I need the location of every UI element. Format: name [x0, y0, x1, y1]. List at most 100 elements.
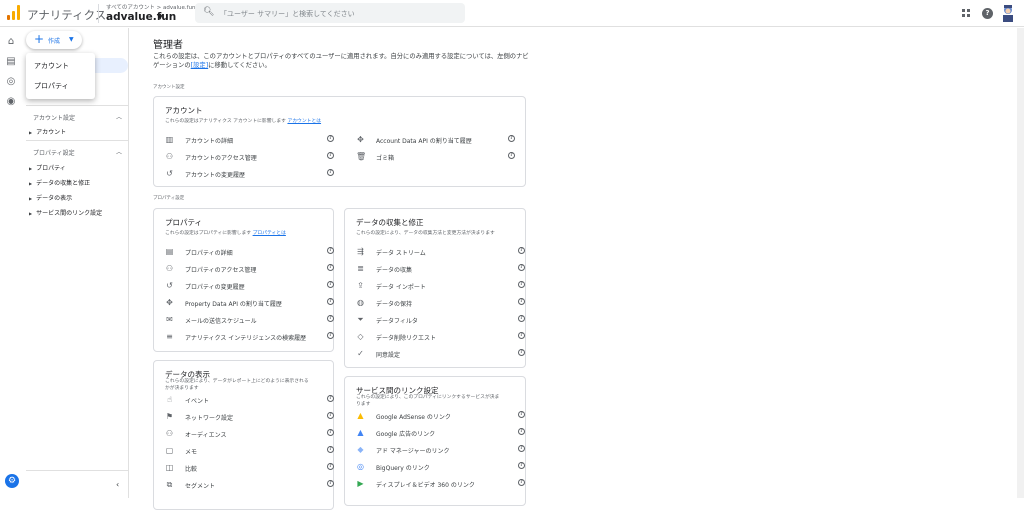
help-icon[interactable]: ? — [327, 480, 334, 487]
settings-link[interactable]: [設定] — [191, 62, 209, 69]
settings-row[interactable]: ✉ メールの送信スケジュール? — [165, 314, 337, 326]
reports-icon[interactable]: ▤ — [5, 56, 17, 68]
settings-row[interactable]: ✥ Property Data API の割り当て履歴? — [165, 297, 337, 309]
settings-row[interactable]: ◫ 比較? — [165, 462, 337, 474]
help-icon[interactable]: ? — [327, 298, 334, 305]
settings-row[interactable]: ▤ プロパティの詳細? — [165, 246, 337, 258]
create-menu-item-property[interactable]: プロパティ — [34, 81, 69, 91]
help-icon[interactable]: ? — [327, 247, 334, 254]
sidebar-item-data-display[interactable]: ▶ データの表示 — [29, 193, 72, 202]
settings-row[interactable]: ✥ Account Data API の割り当て履歴? — [356, 134, 518, 146]
settings-row[interactable]: ▥ アカウントの詳細? — [165, 134, 337, 146]
apps-grid-icon[interactable] — [962, 9, 970, 17]
upload-icon: ⇪ — [357, 281, 364, 290]
help-icon[interactable]: ? — [508, 152, 515, 159]
help-icon[interactable]: ? — [982, 8, 993, 19]
settings-row[interactable]: ▶ ディスプレイ＆ビデオ 360 のリンク? — [356, 478, 528, 490]
help-icon[interactable]: ? — [518, 479, 525, 486]
sidebar-item-data-collection[interactable]: ▶ データの収集と修正 — [29, 178, 90, 187]
settings-row[interactable]: ↺ プロパティの変更履歴? — [165, 280, 337, 292]
account-settings-subhead: アカウント設定 — [153, 85, 185, 90]
card-description-line: かが決まります — [165, 386, 199, 391]
search-input[interactable]: 🔍︎ 「ユーザー サマリー」と検索してください — [195, 3, 465, 23]
sidebar-item-account[interactable]: ▶ アカウント — [29, 127, 66, 136]
sidebar-section-property[interactable]: プロパティ設定 — [33, 148, 75, 157]
chevron-up-icon[interactable]: ︿ — [116, 112, 122, 121]
create-menu-item-account[interactable]: アカウント — [34, 61, 69, 71]
analytics-logo-icon[interactable] — [7, 5, 21, 20]
admin-gear-icon[interactable]: ⚙ — [5, 474, 19, 488]
database-icon: ≣ — [357, 264, 364, 273]
help-icon[interactable]: ? — [518, 445, 525, 452]
page-description-text: に移動してください。 — [208, 62, 271, 69]
settings-row[interactable]: ⏷ データフィルタ? — [356, 314, 528, 326]
sidebar-item-product-links[interactable]: ▶ サービス間のリンク設定 — [29, 208, 102, 217]
help-icon[interactable]: ? — [327, 315, 334, 322]
settings-row[interactable]: ▢ メモ? — [165, 445, 337, 457]
settings-row[interactable]: ↺ アカウントの変更履歴? — [165, 168, 337, 180]
sidebar-item-property[interactable]: ▶ プロパティ — [29, 163, 66, 172]
settings-row[interactable]: ⚇ プロパティのアクセス管理? — [165, 263, 337, 275]
chevron-up-icon[interactable]: ︿ — [116, 147, 122, 156]
what-is-property-link[interactable]: プロパティとは — [253, 231, 286, 236]
api-icon: ✥ — [166, 298, 173, 307]
help-icon[interactable]: ? — [518, 247, 525, 254]
create-button[interactable]: + 作成 ▼ — [26, 31, 82, 49]
help-icon[interactable]: ? — [518, 264, 525, 271]
what-is-account-link[interactable]: アカウントとは — [287, 119, 321, 124]
help-icon[interactable]: ? — [518, 428, 525, 435]
home-icon[interactable]: ⌂ — [5, 36, 17, 48]
settings-row[interactable]: ▲ Google AdSense のリンク? — [356, 410, 528, 422]
settings-row[interactable]: ◎ BigQuery のリンク? — [356, 461, 528, 473]
settings-row[interactable]: ◇ データ削除リクエスト? — [356, 331, 528, 343]
settings-row[interactable]: ⚇ アカウントのアクセス管理? — [165, 151, 337, 163]
property-card: プロパティ これらの設定はプロパティに影響します プロパティとは ▤ プロパティの… — [153, 208, 334, 352]
help-icon[interactable]: ? — [327, 395, 334, 402]
collapse-nav-icon[interactable]: ‹ — [116, 480, 119, 489]
settings-row[interactable]: ▲ Google 広告のリンク? — [356, 427, 528, 439]
account-selector[interactable]: advalue.fun — [106, 11, 176, 23]
help-icon[interactable]: ? — [518, 315, 525, 322]
help-icon[interactable]: ? — [327, 332, 334, 339]
help-icon[interactable]: ? — [327, 169, 334, 176]
settings-row[interactable]: ⇪ データ インポート? — [356, 280, 528, 292]
help-icon[interactable]: ? — [508, 135, 515, 142]
plus-icon: + — [34, 32, 45, 46]
help-icon[interactable]: ? — [518, 349, 525, 356]
help-icon[interactable]: ? — [327, 463, 334, 470]
google-ads-icon: ▲ — [357, 428, 364, 437]
settings-row[interactable]: ≡ アナリティクス インテリジェンスの検索履歴? — [165, 331, 337, 343]
settings-row[interactable]: ☝ イベント? — [165, 394, 337, 406]
settings-row-label: プロパティの変更履歴 — [185, 284, 245, 291]
help-icon[interactable]: ? — [518, 411, 525, 418]
help-icon[interactable]: ? — [518, 332, 525, 339]
advertising-icon[interactable]: ◉ — [5, 96, 17, 108]
settings-row[interactable]: ⚇ オーディエンス? — [165, 428, 337, 440]
note-icon: ▢ — [165, 446, 174, 455]
help-icon[interactable]: ? — [518, 281, 525, 288]
help-icon[interactable]: ? — [518, 462, 525, 469]
settings-row[interactable]: ⚑ ネットワーク設定? — [165, 411, 337, 423]
help-icon[interactable]: ? — [327, 446, 334, 453]
settings-row[interactable]: ◍ データの保持? — [356, 297, 528, 309]
help-icon[interactable]: ? — [327, 264, 334, 271]
settings-row[interactable]: 🗑︎ ゴミ箱? — [356, 151, 518, 163]
help-icon[interactable]: ? — [327, 429, 334, 436]
help-icon[interactable]: ? — [327, 412, 334, 419]
settings-row[interactable]: ≣ データの収集? — [356, 263, 528, 275]
help-icon[interactable]: ? — [518, 298, 525, 305]
explore-icon[interactable]: ◎ — [5, 76, 17, 88]
avatar[interactable] — [1000, 4, 1016, 22]
help-icon[interactable]: ? — [327, 152, 334, 159]
scrollbar[interactable] — [1017, 28, 1024, 498]
sidebar-section-account[interactable]: アカウント設定 — [33, 113, 75, 122]
settings-row[interactable]: ◆ アド マネージャーのリンク? — [356, 444, 528, 456]
settings-row[interactable]: ⧉ セグメント? — [165, 479, 337, 491]
help-icon[interactable]: ? — [327, 281, 334, 288]
settings-row[interactable]: ⇶ データ ストリーム? — [356, 246, 528, 258]
app-title[interactable]: アナリティクス — [27, 7, 106, 23]
help-icon[interactable]: ? — [327, 135, 334, 142]
settings-row-label: アド マネージャーのリンク — [376, 448, 450, 455]
settings-row[interactable]: ✓ 同意設定? — [356, 348, 528, 360]
chevron-down-icon[interactable]: ▼ — [158, 14, 163, 21]
